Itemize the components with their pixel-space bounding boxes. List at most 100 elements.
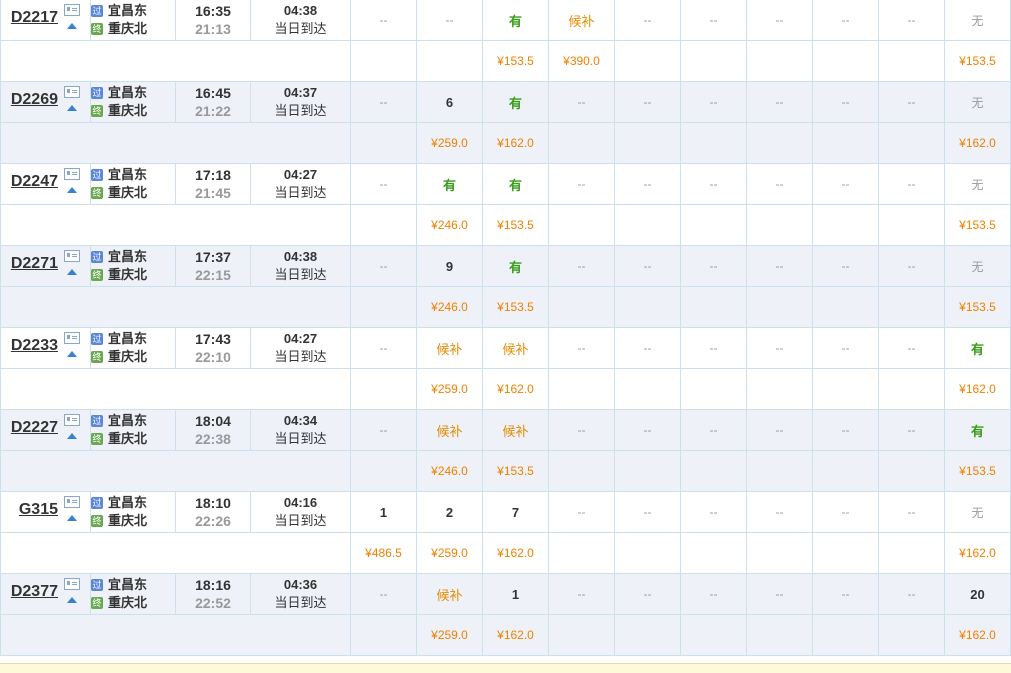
expand-arrow-icon[interactable] (67, 597, 77, 603)
seat-availability[interactable]: 候补 (502, 342, 528, 357)
train-number-link[interactable]: D2227 (11, 419, 58, 437)
expand-arrow-icon[interactable] (67, 23, 77, 29)
seat-availability[interactable]: 有 (509, 96, 522, 111)
seat-cell[interactable]: 有 (944, 327, 1011, 369)
seat-availability[interactable]: 20 (970, 587, 984, 602)
seat-cell[interactable]: 候补 (416, 409, 483, 451)
to-station-name[interactable]: 重庆北 (108, 102, 147, 120)
to-station-name[interactable]: 重庆北 (108, 20, 147, 38)
from-station-name[interactable]: 宜昌东 (108, 166, 147, 184)
train-row[interactable]: D2217 过宜昌东终重庆北 16:35 21:13 04:38 当日到达 -- -- 有 候补 -… (0, 0, 1011, 41)
seat-availability[interactable]: 无 (971, 506, 983, 520)
seat-cell[interactable]: 候补 (416, 573, 483, 615)
train-number-link[interactable]: D2247 (11, 173, 58, 191)
to-station-name[interactable]: 重庆北 (108, 266, 147, 284)
seat-availability[interactable]: 有 (971, 342, 984, 357)
seat-availability[interactable]: 2 (446, 505, 453, 520)
id-card-icon[interactable] (64, 250, 80, 262)
train-row[interactable]: G315 过宜昌东终重庆北 18:10 22:26 04:16 当日到达 1 2 7 -- -- --… (0, 491, 1011, 533)
seat-availability[interactable]: 无 (971, 14, 983, 28)
id-card-icon[interactable] (64, 332, 80, 344)
seat-availability[interactable]: 候补 (436, 424, 462, 439)
seat-availability[interactable]: 有 (509, 260, 522, 275)
from-station-name[interactable]: 宜昌东 (108, 412, 147, 430)
seat-availability[interactable]: 候补 (568, 14, 594, 29)
train-row[interactable]: D2269 过宜昌东终重庆北 16:45 21:22 04:37 当日到达 -- 6 有 -- --… (0, 81, 1011, 123)
expand-arrow-icon[interactable] (67, 351, 77, 357)
seat-availability[interactable]: 有 (509, 178, 522, 193)
seat-cell[interactable]: 1 (482, 573, 549, 615)
to-station-name[interactable]: 重庆北 (108, 594, 147, 612)
expand-arrow-icon[interactable] (67, 269, 77, 275)
seat-cell[interactable]: 有 (416, 163, 483, 205)
price-cell: ¥153.5 (482, 450, 549, 492)
id-card-icon[interactable] (64, 4, 80, 16)
seat-availability[interactable]: 无 (971, 178, 983, 192)
seat-availability[interactable]: 1 (380, 505, 387, 520)
train-number-link[interactable]: D2271 (11, 255, 58, 273)
expand-arrow-icon[interactable] (67, 105, 77, 111)
seat-availability[interactable]: 有 (509, 14, 522, 29)
seat-cell[interactable]: 无 (944, 0, 1011, 41)
seat-availability: -- (841, 341, 850, 355)
from-station-name[interactable]: 宜昌东 (108, 576, 147, 594)
id-card-icon[interactable] (64, 168, 80, 180)
seat-availability[interactable]: 1 (512, 587, 519, 602)
from-station-name[interactable]: 宜昌东 (108, 494, 147, 512)
seat-cell[interactable]: 20 (944, 573, 1011, 615)
seat-availability[interactable]: 有 (971, 424, 984, 439)
seat-cell[interactable]: 有 (482, 0, 549, 41)
to-station-name[interactable]: 重庆北 (108, 512, 147, 530)
train-number-link[interactable]: D2377 (11, 583, 58, 601)
train-number-link[interactable]: D2269 (11, 91, 58, 109)
seat-cell[interactable]: 候补 (548, 0, 615, 41)
to-station-name[interactable]: 重庆北 (108, 430, 147, 448)
train-number-link[interactable]: D2217 (11, 9, 58, 27)
seat-cell[interactable]: 有 (482, 81, 549, 123)
seat-cell[interactable]: 1 (350, 491, 417, 533)
seat-availability[interactable]: 候补 (502, 424, 528, 439)
train-row[interactable]: D2233 过宜昌东终重庆北 17:43 22:10 04:27 当日到达 -- 候补 候补 --… (0, 327, 1011, 369)
seat-cell[interactable]: 2 (416, 491, 483, 533)
seat-availability[interactable]: 候补 (436, 342, 462, 357)
train-row[interactable]: D2271 过宜昌东终重庆北 17:37 22:15 04:38 当日到达 -- 9 有 -- --… (0, 245, 1011, 287)
seat-cell[interactable]: 候补 (416, 327, 483, 369)
train-number-link[interactable]: G315 (19, 501, 58, 519)
train-row[interactable]: D2247 过宜昌东终重庆北 17:18 21:45 04:27 当日到达 -- 有 有 -- --… (0, 163, 1011, 205)
seat-availability[interactable]: 6 (446, 95, 453, 110)
seat-cell[interactable]: 6 (416, 81, 483, 123)
seat-cell[interactable]: 候补 (482, 327, 549, 369)
id-card-icon[interactable] (64, 496, 80, 508)
from-station-name[interactable]: 宜昌东 (108, 248, 147, 266)
seat-cell[interactable]: 有 (482, 163, 549, 205)
seat-availability[interactable]: 候补 (436, 588, 462, 603)
id-card-icon[interactable] (64, 578, 80, 590)
expand-arrow-icon[interactable] (67, 515, 77, 521)
seat-availability[interactable]: 无 (971, 96, 983, 110)
seat-cell[interactable]: 有 (944, 409, 1011, 451)
seat-cell[interactable]: 无 (944, 491, 1011, 533)
from-station-name[interactable]: 宜昌东 (108, 2, 147, 20)
expand-arrow-icon[interactable] (67, 187, 77, 193)
to-station-name[interactable]: 重庆北 (108, 184, 147, 202)
train-row[interactable]: D2227 过宜昌东终重庆北 18:04 22:38 04:34 当日到达 -- 候补 候补 --… (0, 409, 1011, 451)
seat-availability[interactable]: 无 (971, 260, 983, 274)
seat-cell[interactable]: 候补 (482, 409, 549, 451)
seat-cell[interactable]: 有 (482, 245, 549, 287)
expand-arrow-icon[interactable] (67, 433, 77, 439)
train-number-link[interactable]: D2233 (11, 337, 58, 355)
to-station-name[interactable]: 重庆北 (108, 348, 147, 366)
seat-availability[interactable]: 9 (446, 259, 453, 274)
seat-cell[interactable]: 9 (416, 245, 483, 287)
train-row[interactable]: D2377 过宜昌东终重庆北 18:16 22:52 04:36 当日到达 -- 候补 1 -- -… (0, 573, 1011, 615)
seat-cell[interactable]: 无 (944, 81, 1011, 123)
seat-availability[interactable]: 有 (443, 178, 456, 193)
id-card-icon[interactable] (64, 86, 80, 98)
seat-cell[interactable]: 无 (944, 163, 1011, 205)
from-station-name[interactable]: 宜昌东 (108, 84, 147, 102)
seat-cell[interactable]: 7 (482, 491, 549, 533)
id-card-icon[interactable] (64, 414, 80, 426)
seat-cell[interactable]: 无 (944, 245, 1011, 287)
from-station-name[interactable]: 宜昌东 (108, 330, 147, 348)
seat-availability[interactable]: 7 (512, 505, 519, 520)
